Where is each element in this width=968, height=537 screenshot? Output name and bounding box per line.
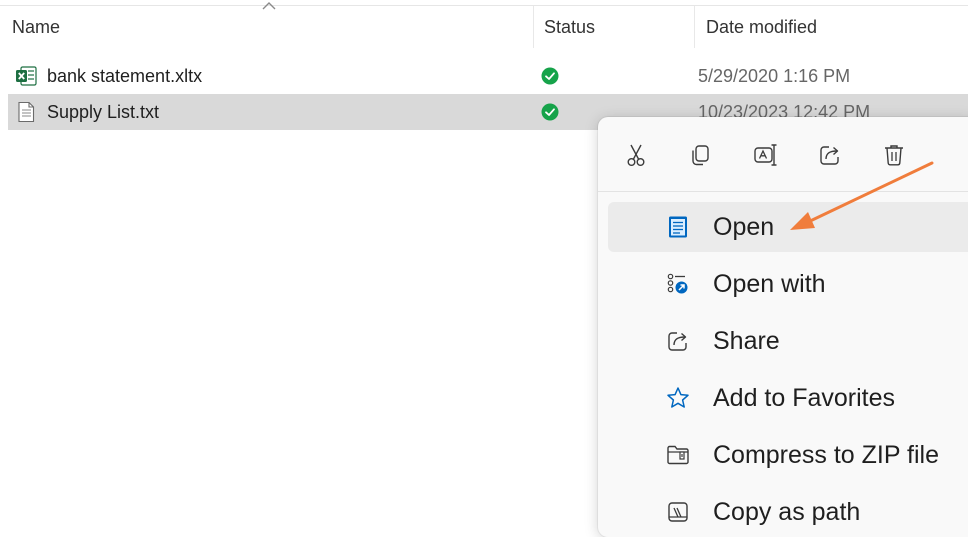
menu-item-share[interactable]: Share [608, 316, 968, 366]
sync-status-ok-icon [541, 67, 559, 85]
excel-template-icon [16, 66, 37, 86]
text-file-icon [18, 101, 35, 123]
menu-item-label: Copy as path [713, 498, 861, 526]
notepad-icon [669, 216, 687, 238]
column-separator[interactable] [694, 6, 695, 48]
share-icon [820, 146, 839, 165]
open-with-icon [667, 273, 688, 294]
rename-icon [754, 144, 777, 166]
menu-item-compress-zip[interactable]: Compress to ZIP file [608, 430, 968, 480]
column-separator[interactable] [533, 6, 534, 48]
menu-item-label: Open [713, 213, 775, 241]
menu-item-label: Add to Favorites [713, 384, 896, 412]
quick-actions-bar [598, 117, 968, 191]
sort-ascending-icon[interactable] [262, 1, 276, 11]
file-name[interactable]: Supply List.txt [47, 102, 159, 123]
share-icon [668, 332, 687, 351]
trash-icon [885, 145, 903, 166]
menu-item-label: Compress to ZIP file [713, 441, 940, 469]
scissors-icon [627, 144, 645, 167]
share-button[interactable] [812, 137, 848, 173]
header-top-border [0, 5, 968, 6]
copy-icon [692, 145, 709, 166]
menu-item-add-to-favorites[interactable]: Add to Favorites [608, 373, 968, 423]
cut-button[interactable] [618, 137, 654, 173]
file-row[interactable]: bank statement.xltx 5/29/2020 1:16 PM [8, 58, 968, 94]
column-name-header[interactable]: Name [12, 17, 60, 38]
file-name[interactable]: bank statement.xltx [47, 66, 202, 87]
rename-button[interactable] [748, 137, 784, 173]
menu-item-copy-as-path[interactable]: Copy as path [608, 487, 968, 537]
copy-path-icon [668, 502, 688, 522]
column-status-header[interactable]: Status [544, 17, 595, 38]
menu-item-open[interactable]: Open [608, 202, 968, 252]
delete-button[interactable] [876, 137, 912, 173]
zip-folder-icon [667, 445, 689, 465]
sync-status-ok-icon [541, 103, 559, 121]
column-date-header[interactable]: Date modified [706, 17, 817, 38]
star-icon [667, 387, 689, 408]
menu-item-label: Share [713, 327, 780, 355]
column-header: Name Status Date modified [0, 0, 968, 54]
menu-divider [598, 191, 968, 192]
menu-item-label: Open with [713, 270, 826, 298]
context-menu: Open Open with Share Add to Favorites Co… [598, 117, 968, 537]
menu-item-open-with[interactable]: Open with [608, 259, 968, 309]
file-date: 5/29/2020 1:16 PM [698, 66, 851, 86]
copy-button[interactable] [682, 137, 718, 173]
